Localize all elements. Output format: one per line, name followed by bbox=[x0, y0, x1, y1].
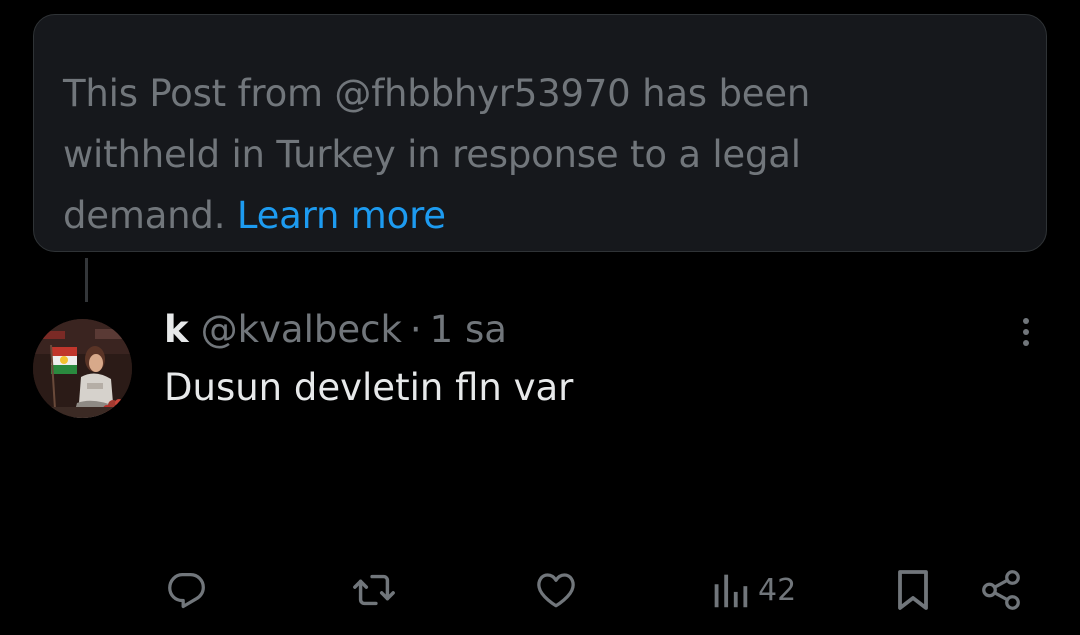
user-handle[interactable]: @kvalbeck bbox=[201, 308, 402, 351]
like-button[interactable] bbox=[533, 566, 579, 614]
withheld-notice-text: This Post from @fhbbhyr53970 has been wi… bbox=[63, 63, 963, 246]
withheld-notice: This Post from @fhbbhyr53970 has been wi… bbox=[33, 14, 1047, 252]
reply-button[interactable] bbox=[164, 566, 210, 614]
more-dot-icon bbox=[1023, 329, 1029, 335]
more-dot-icon bbox=[1023, 340, 1029, 346]
views-button[interactable]: 42 bbox=[710, 566, 796, 614]
more-dot-icon bbox=[1023, 318, 1029, 324]
bookmark-icon bbox=[898, 570, 928, 610]
more-options-button[interactable] bbox=[1010, 312, 1042, 352]
bookmark-button[interactable] bbox=[893, 566, 933, 614]
repost-button[interactable] bbox=[350, 566, 398, 614]
post-timestamp[interactable]: 1 sa bbox=[430, 308, 507, 351]
reply-icon bbox=[168, 573, 205, 609]
share-icon bbox=[982, 570, 1020, 610]
repost-icon bbox=[353, 574, 395, 606]
post-header: k @kvalbeck · 1 sa bbox=[164, 306, 507, 352]
separator-dot: · bbox=[409, 307, 422, 351]
views-bars-icon bbox=[714, 574, 748, 608]
thread-connector-line bbox=[85, 258, 88, 302]
display-name[interactable]: k bbox=[164, 308, 189, 351]
avatar-image bbox=[33, 319, 132, 418]
heart-icon bbox=[537, 573, 575, 608]
views-count: 42 bbox=[758, 572, 797, 608]
share-button[interactable] bbox=[978, 566, 1024, 614]
avatar[interactable] bbox=[33, 319, 132, 418]
learn-more-link[interactable]: Learn more bbox=[237, 194, 446, 237]
post-text: Dusun devletin fln var bbox=[164, 366, 574, 409]
